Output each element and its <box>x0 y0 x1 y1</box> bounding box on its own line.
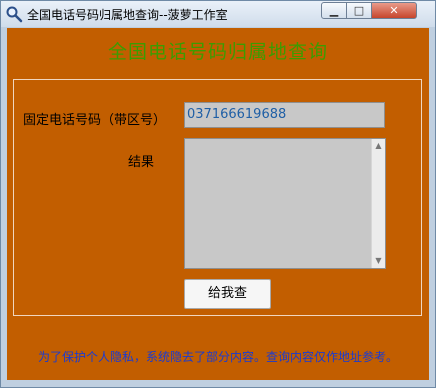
phone-number-input[interactable]: 037166619688 <box>184 102 385 128</box>
close-icon: ✕ <box>389 4 399 17</box>
client-area: 全国电话号码归属地查询 固定电话号码（带区号） 037166619688 结果 … <box>7 28 429 380</box>
minimize-button[interactable]: ▁ <box>321 2 347 19</box>
title-bar[interactable]: 全国电话号码归属地查询--菠萝工作室 ▁ □ ✕ <box>1 1 435 27</box>
window-title: 全国电话号码归属地查询--菠萝工作室 <box>27 8 228 22</box>
close-button[interactable]: ✕ <box>371 2 417 19</box>
query-button[interactable]: 给我查 <box>184 279 271 309</box>
phone-number-label: 固定电话号码（带区号） <box>23 113 167 128</box>
page-title: 全国电话号码归属地查询 <box>107 41 328 63</box>
app-window: 全国电话号码归属地查询--菠萝工作室 ▁ □ ✕ 全国电话号码归属地查询 固定电… <box>0 0 436 388</box>
magnifier-icon <box>6 6 23 23</box>
minimize-icon: ▁ <box>329 4 339 17</box>
privacy-notice: 为了保护个人隐私，系统隐去了部分内容。查询内容仅作地址参考。 <box>37 350 398 364</box>
maximize-button[interactable]: □ <box>346 2 372 19</box>
maximize-icon: □ <box>353 4 365 17</box>
result-textarea[interactable]: ▲ ▼ <box>184 138 386 269</box>
scroll-down-arrow-icon[interactable]: ▼ <box>372 254 385 268</box>
scroll-up-arrow-icon[interactable]: ▲ <box>372 139 385 153</box>
result-label: 结果 <box>128 155 155 170</box>
result-scrollbar[interactable]: ▲ ▼ <box>371 139 385 268</box>
